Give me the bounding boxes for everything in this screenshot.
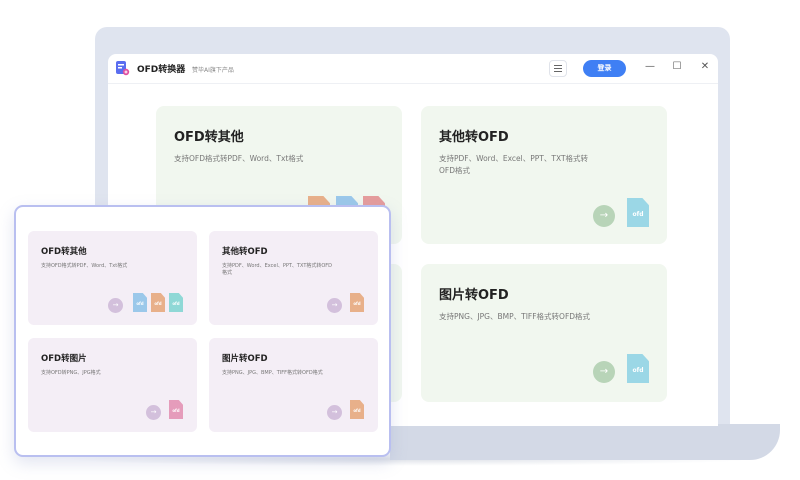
file-icon: ofd (350, 400, 364, 419)
card-description: 支持OFD格式转PDF、Word、Txt格式 (174, 154, 304, 163)
login-button[interactable]: 登录 (583, 60, 626, 77)
card-image-to-ofd[interactable]: 图片转OFD 支持PNG、JPG、BMP、TIFF格式转OFD格式 → ofd (421, 264, 667, 402)
card-title: 其他转OFD (439, 130, 509, 145)
arrow-right-icon[interactable]: → (146, 405, 161, 420)
file-icon: ofd (627, 198, 649, 227)
arrow-right-icon[interactable]: → (327, 405, 342, 420)
file-icon: ofd (350, 293, 364, 312)
card-description: 支持PDF、Word、Excel、PPT、TXT格式转OFD格式 (439, 154, 589, 175)
mini-card-ofd-to-image[interactable]: OFD转图片 支持OFD转PNG、JPG格式 → ofd (28, 338, 197, 432)
mini-card-description: 支持PDF、Word、Excel、PPT、TXT格式转OFD格式 (222, 263, 333, 276)
card-title: OFD转其他 (174, 130, 244, 145)
mini-card-image-to-ofd[interactable]: 图片转OFD 支持PNG、JPG、BMP、TIFF格式转OFD格式 → ofd (209, 338, 378, 432)
app-subtitle: 赞毕AI旗下产品 (192, 67, 234, 74)
file-icon: ofd (627, 354, 649, 383)
arrow-right-icon[interactable]: → (593, 205, 615, 227)
mini-card-other-to-ofd[interactable]: 其他转OFD 支持PDF、Word、Excel、PPT、TXT格式转OFD格式 … (209, 231, 378, 325)
minimize-button[interactable]: — (644, 61, 656, 73)
mini-card-ofd-to-other[interactable]: OFD转其他 支持OFD格式转PDF、Word、Txt格式 → ofd ofd … (28, 231, 197, 325)
hamburger-icon (554, 65, 562, 66)
mini-card-title: 图片转OFD (222, 354, 268, 364)
arrow-right-icon[interactable]: → (327, 298, 342, 313)
app-title: OFD转换器 (137, 65, 186, 75)
mini-card-description: 支持OFD转PNG、JPG格式 (41, 370, 101, 376)
mini-card-title: 其他转OFD (222, 247, 268, 257)
card-description: 支持PNG、JPG、BMP、TIFF格式转OFD格式 (439, 312, 591, 321)
mini-card-description: 支持OFD格式转PDF、Word、Txt格式 (41, 263, 128, 269)
menu-button[interactable] (549, 60, 567, 77)
mini-card-description: 支持PNG、JPG、BMP、TIFF格式转OFD格式 (222, 370, 323, 376)
mini-card-title: OFD转其他 (41, 247, 87, 257)
title-bar: OFD转换器 赞毕AI旗下产品 登录 — ☐ ✕ (108, 54, 718, 84)
file-icon: ofd (133, 293, 147, 312)
laptop-base (390, 424, 780, 460)
mini-card-title: OFD转图片 (41, 354, 87, 364)
arrow-right-icon[interactable]: → (593, 361, 615, 383)
card-title: 图片转OFD (439, 288, 509, 303)
maximize-button[interactable]: ☐ (671, 61, 683, 73)
arrow-right-icon[interactable]: → (108, 298, 123, 313)
file-icon: ofd (151, 293, 165, 312)
card-other-to-ofd[interactable]: 其他转OFD 支持PDF、Word、Excel、PPT、TXT格式转OFD格式 … (421, 106, 667, 244)
app-logo-icon (116, 61, 130, 76)
close-button[interactable]: ✕ (699, 61, 711, 73)
preview-panel: OFD转其他 支持OFD格式转PDF、Word、Txt格式 → ofd ofd … (14, 205, 391, 457)
file-icon: ofd (169, 400, 183, 419)
file-icon: ofd (169, 293, 183, 312)
